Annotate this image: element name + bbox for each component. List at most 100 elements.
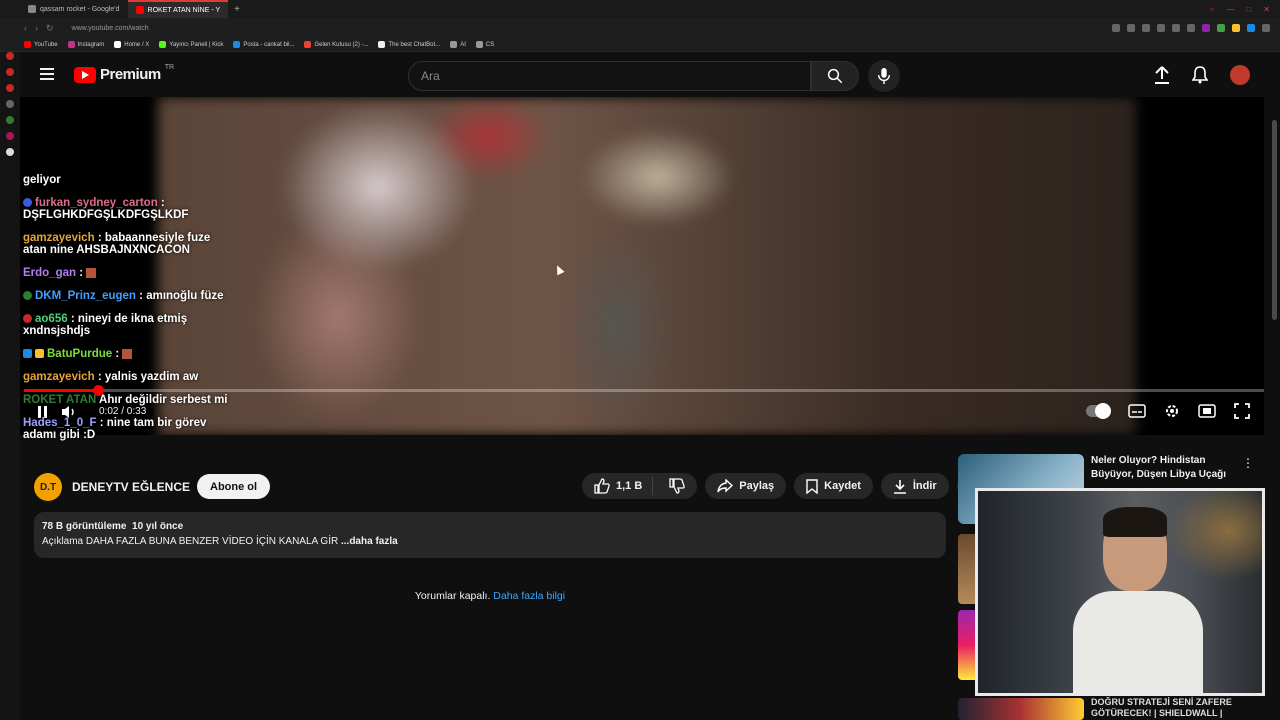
microphone-icon bbox=[877, 68, 891, 84]
extension-icon[interactable] bbox=[1202, 24, 1210, 32]
maximize-button[interactable]: □ bbox=[1246, 5, 1251, 14]
fullscreen-icon[interactable] bbox=[1234, 403, 1250, 419]
back-icon[interactable]: ‹ bbox=[24, 23, 27, 33]
instagram-icon[interactable] bbox=[6, 132, 14, 140]
bookmark-folder[interactable]: AI bbox=[450, 41, 466, 48]
bookmark-item[interactable]: Gelen Kutusu (2) -... bbox=[304, 41, 368, 48]
thumbs-up-icon bbox=[594, 478, 610, 494]
chat-username: BatuPurdue bbox=[47, 348, 113, 360]
tab-google[interactable]: qassam rocket - Google'd bbox=[20, 0, 128, 18]
bookmark-item[interactable]: Instagram bbox=[67, 41, 104, 48]
menu-icon[interactable] bbox=[40, 68, 54, 80]
comments-disabled-text: Yorumlar kapalı. bbox=[414, 590, 491, 602]
download-label: İndir bbox=[912, 480, 937, 492]
chat-username: Erdo_gan bbox=[23, 267, 77, 279]
show-more-link[interactable]: ...daha fazla bbox=[341, 536, 398, 547]
forward-icon[interactable]: › bbox=[35, 23, 38, 33]
save-button[interactable]: Kaydet bbox=[794, 473, 873, 499]
heart-icon[interactable] bbox=[1187, 24, 1195, 32]
recommended-video[interactable]: DOĞRU STRATEJİ SENİ ZAFERE GÖTÜRECEK! | … bbox=[958, 696, 1268, 720]
x-icon bbox=[114, 41, 122, 48]
bookmark-item[interactable]: Yayıncı Paneli | Kick bbox=[159, 41, 223, 48]
minimize-button[interactable]: — bbox=[1226, 5, 1234, 14]
badge-icon bbox=[23, 198, 32, 208]
bookmark-item[interactable]: Posta - cankat bil... bbox=[233, 41, 294, 48]
chat-username: ao656 bbox=[35, 313, 68, 325]
sidebar-app-icon[interactable] bbox=[6, 68, 14, 76]
settings-gear-icon[interactable] bbox=[1164, 403, 1180, 419]
folder-icon bbox=[475, 41, 483, 48]
close-window-button[interactable]: ✕ bbox=[1263, 5, 1270, 14]
search-input[interactable] bbox=[409, 62, 810, 90]
bookmark-folder[interactable]: CS bbox=[475, 41, 494, 48]
chat-message: BatuPurdue : bbox=[23, 348, 233, 360]
youtube-logo[interactable]: Premium TR bbox=[74, 64, 174, 83]
streamer bbox=[1073, 507, 1203, 693]
tab-bar: qassam rocket - Google'd ROKET ATAN NİNE… bbox=[0, 0, 1280, 18]
extension-icon[interactable] bbox=[1247, 24, 1255, 32]
x-icon[interactable] bbox=[6, 148, 14, 156]
chat-text: : amınoğlu füze bbox=[139, 290, 224, 302]
channel-name[interactable]: DENEYTV EĞLENCE bbox=[72, 480, 190, 494]
gmail-icon bbox=[304, 41, 312, 48]
extension-icon[interactable] bbox=[1217, 24, 1225, 32]
scrollbar[interactable] bbox=[1272, 120, 1277, 320]
dislike-button[interactable] bbox=[659, 478, 697, 494]
voice-search-button[interactable] bbox=[868, 60, 900, 92]
recommended-title[interactable]: DOĞRU STRATEJİ SENİ ZAFERE GÖTÜRECEK! | … bbox=[1091, 697, 1268, 719]
extension-icon[interactable] bbox=[1127, 24, 1135, 32]
whatsapp-icon[interactable] bbox=[6, 116, 14, 124]
subtitles-icon[interactable] bbox=[1128, 404, 1146, 418]
extension-icon[interactable] bbox=[1232, 24, 1240, 32]
tab-youtube[interactable]: ROKET ATAN NİNE - Y bbox=[127, 0, 229, 18]
video-stats: 78 B görüntüleme 10 yıl önce bbox=[42, 521, 938, 532]
sidebar-app-icon[interactable] bbox=[6, 52, 14, 60]
chat-username: DKM_Prinz_eugen bbox=[35, 290, 136, 302]
reload-icon[interactable]: ↻ bbox=[46, 23, 54, 34]
upload-icon[interactable] bbox=[1154, 66, 1170, 84]
description-box[interactable]: 78 B görüntüleme 10 yıl önce Açıklama DA… bbox=[34, 512, 946, 558]
chat-text: : yalnis yazdim aw bbox=[97, 371, 199, 383]
learn-more-link[interactable]: Daha fazla bilgi bbox=[493, 590, 565, 602]
download-button[interactable]: İndir bbox=[880, 473, 949, 499]
zoom-icon[interactable] bbox=[1112, 24, 1120, 32]
chat-text: : bbox=[79, 267, 84, 279]
view-count: 78 B görüntüleme bbox=[42, 521, 127, 532]
chat-text: : bbox=[115, 348, 120, 360]
browser-sidebar bbox=[0, 0, 20, 720]
more-vertical-icon[interactable]: ⋮ bbox=[1242, 456, 1254, 470]
header-actions bbox=[1154, 65, 1250, 85]
account-avatar[interactable] bbox=[1230, 65, 1250, 85]
settings-icon[interactable] bbox=[6, 100, 14, 108]
recommended-title[interactable]: Neler Oluyor? Hindistan Büyüyor, Düşen L… bbox=[1091, 454, 1241, 482]
channel-avatar[interactable]: D.T bbox=[34, 473, 62, 501]
autoplay-toggle[interactable] bbox=[1086, 403, 1111, 419]
theater-mode-icon[interactable] bbox=[1198, 404, 1216, 418]
bookmark-item[interactable]: The best ChatBot... bbox=[378, 41, 440, 48]
bookmark-item[interactable]: Home / X bbox=[114, 41, 149, 48]
sidebar-app-icon[interactable] bbox=[6, 84, 14, 92]
subscribe-button[interactable]: Abone ol bbox=[197, 474, 271, 499]
google-icon bbox=[28, 5, 36, 13]
like-button[interactable]: 1,1 B bbox=[594, 477, 654, 495]
tab-label: qassam rocket - Google'd bbox=[40, 5, 120, 13]
video-thumbnail[interactable] bbox=[958, 698, 1084, 720]
notifications-bell-icon[interactable] bbox=[1192, 66, 1208, 84]
search-button[interactable] bbox=[811, 61, 859, 91]
window-controls: ○ — □ ✕ bbox=[1210, 5, 1280, 14]
youtube-icon bbox=[24, 41, 31, 48]
new-tab-button[interactable]: + bbox=[228, 4, 246, 15]
bookmark-icon[interactable] bbox=[1172, 24, 1180, 32]
search-tabs-icon[interactable]: ○ bbox=[1210, 5, 1215, 14]
badge-icon bbox=[35, 349, 44, 359]
video-actions: 1,1 B Paylaş Kaydet İndir bbox=[582, 473, 983, 499]
extension-icon[interactable] bbox=[1142, 24, 1150, 32]
ai-icon[interactable] bbox=[1262, 24, 1270, 32]
download-icon bbox=[893, 479, 906, 494]
url-field[interactable]: www.youtube.com/watch bbox=[72, 25, 149, 32]
shield-icon[interactable] bbox=[1157, 24, 1165, 32]
extensions bbox=[1112, 24, 1280, 32]
bookmark-item[interactable]: YouTube bbox=[24, 41, 58, 48]
share-button[interactable]: Paylaş bbox=[705, 473, 787, 499]
chat-message: furkan_sydney_carton : DŞFLGHKDFGŞLKDFGŞ… bbox=[23, 197, 233, 221]
